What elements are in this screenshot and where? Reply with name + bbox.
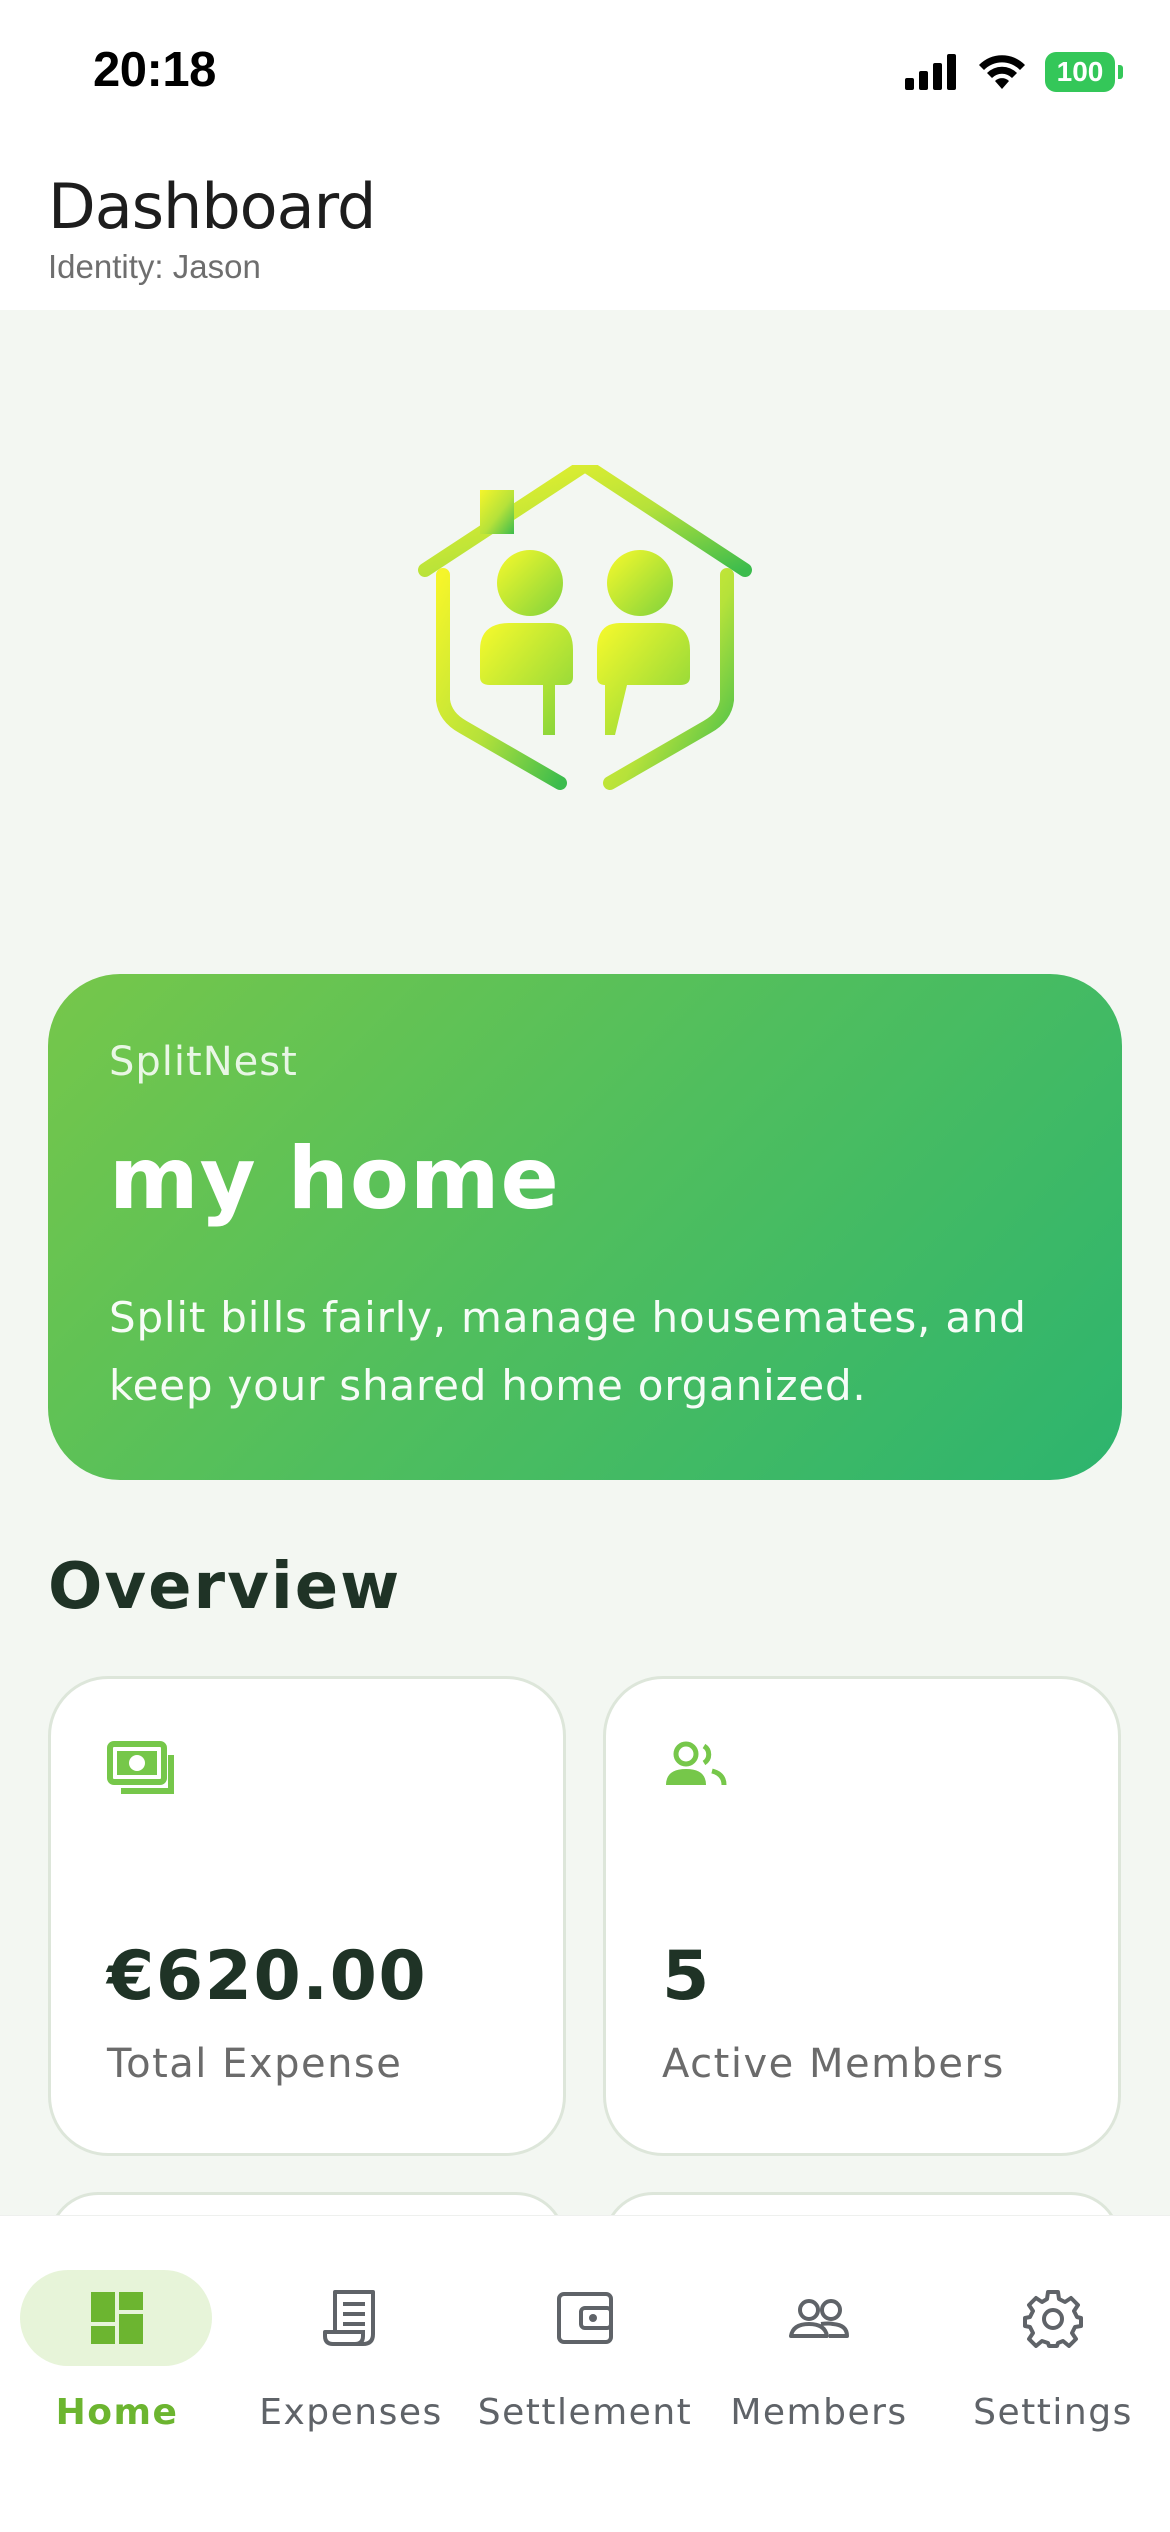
nav-label-home: Home: [55, 2392, 179, 2433]
stat-card[interactable]: [603, 2192, 1121, 2215]
nav-label-settings: Settings: [973, 2392, 1133, 2433]
hero-brand: SplitNest: [109, 1039, 298, 1085]
nav-item-settings[interactable]: Settings: [936, 2244, 1170, 2433]
bottom-navigation: Home Expenses Settlement Members Setting…: [0, 2215, 1170, 2532]
status-bar: 20:18 100: [0, 0, 1170, 140]
identity-label: Identity: Jason: [48, 248, 261, 285]
header: Dashboard Identity: Jason: [0, 140, 1170, 310]
nav-item-members[interactable]: Members: [702, 2244, 936, 2433]
status-icons: 100: [905, 52, 1123, 92]
splitnest-logo-icon: [418, 465, 752, 790]
total-expense-value: €620.00: [107, 1937, 428, 2016]
active-members-label: Active Members: [662, 2041, 1005, 2087]
dashboard-icon: [91, 2292, 143, 2344]
stat-card[interactable]: [48, 2192, 566, 2215]
active-members-value: 5: [662, 1937, 711, 2016]
cellular-signal-icon: [905, 54, 956, 90]
gear-icon: [1023, 2290, 1083, 2348]
members-icon: [789, 2299, 849, 2338]
page-title: Dashboard: [48, 170, 376, 243]
wallet-icon: [557, 2292, 613, 2344]
main-content[interactable]: SplitNest my home Split bills fairly, ma…: [0, 310, 1170, 2215]
nav-item-expenses[interactable]: Expenses: [234, 2244, 468, 2433]
receipt-icon: [323, 2290, 375, 2346]
wifi-icon: [979, 55, 1025, 89]
nav-item-settlement[interactable]: Settlement: [468, 2244, 702, 2433]
battery-icon: 100: [1045, 52, 1123, 92]
hero-description: Split bills fairly, manage housemates, a…: [109, 1293, 1027, 1410]
nav-label-members: Members: [730, 2392, 908, 2433]
hero-title: my home: [109, 1129, 560, 1229]
total-expense-card[interactable]: €620.00 Total Expense: [48, 1676, 566, 2156]
money-icon: [107, 1741, 174, 1794]
nav-label-expenses: Expenses: [259, 2392, 443, 2433]
home-hero-card[interactable]: SplitNest my home Split bills fairly, ma…: [48, 974, 1122, 1480]
active-members-card[interactable]: 5 Active Members: [603, 1676, 1121, 2156]
total-expense-label: Total Expense: [107, 2041, 403, 2087]
people-icon: [666, 1741, 727, 1786]
status-time: 20:18: [93, 43, 216, 97]
nav-item-home[interactable]: Home: [0, 2244, 234, 2433]
overview-title: Overview: [48, 1550, 402, 1624]
nav-label-settlement: Settlement: [477, 2392, 693, 2433]
